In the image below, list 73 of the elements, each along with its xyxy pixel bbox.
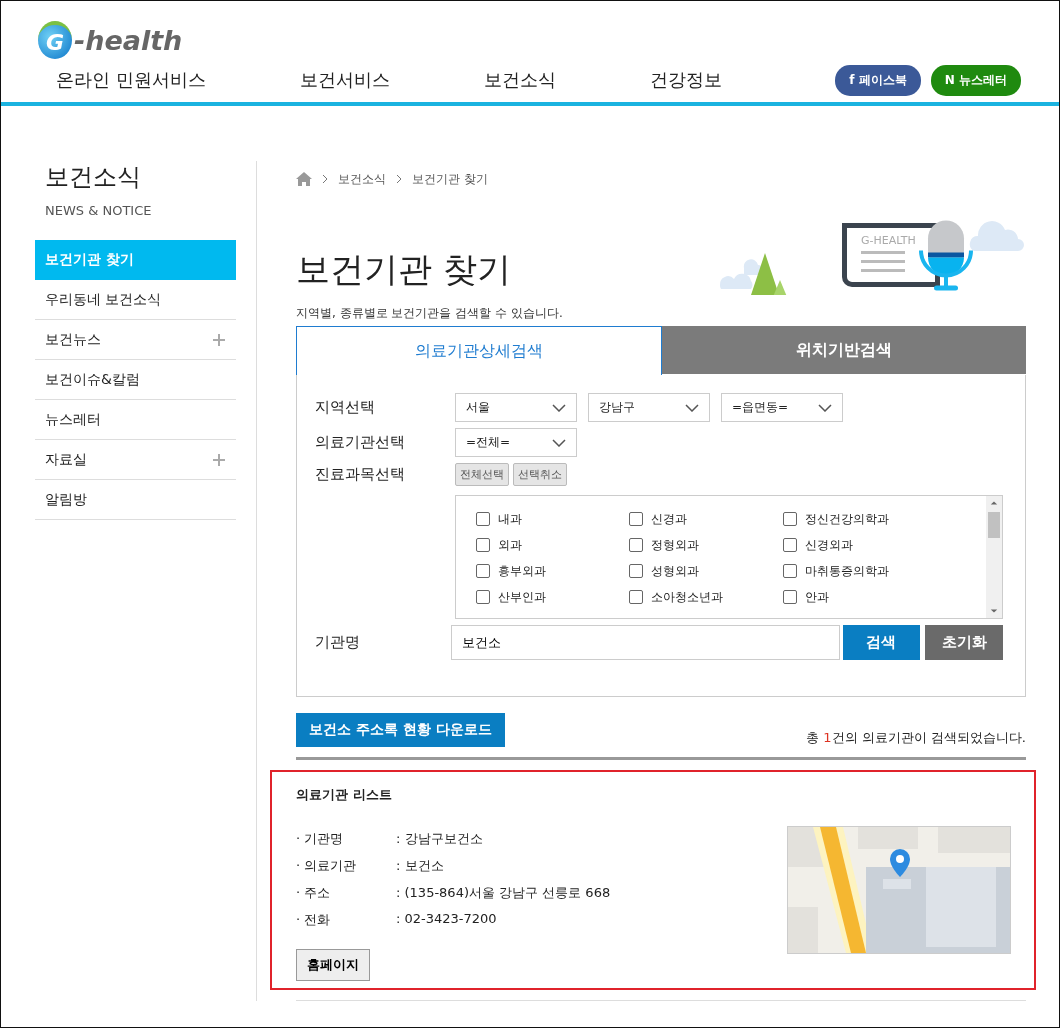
page-title: 보건기관 찾기 (296, 248, 511, 291)
select-button[interactable]: 선택취소 (513, 463, 567, 486)
select-button[interactable]: 전체선택 (455, 463, 509, 486)
search-tab[interactable]: 의료기관상세검색 (296, 326, 662, 375)
department-checkbox[interactable]: 성형외과 (629, 562, 783, 580)
department-checkbox[interactable]: 정신건강의학과 (783, 510, 986, 528)
download-button[interactable]: 보건소 주소록 현황 다운로드 (296, 713, 505, 747)
result-title: 의료기관 리스트 (296, 786, 393, 804)
plus-icon[interactable] (212, 452, 226, 467)
description-text: 지역별, 종류별로 보건기관을 검색할 수 있습니다. (296, 305, 564, 322)
newspaper-label: G-HEALTH (861, 234, 917, 247)
info-label: · 의료기관 (296, 857, 358, 875)
home-icon[interactable] (296, 172, 312, 186)
field-label: 의료기관선택 (315, 433, 406, 452)
sidebar-item[interactable]: 자료실 (35, 440, 236, 480)
department-checkbox[interactable]: 산부인과 (476, 588, 629, 606)
department-checkbox[interactable]: 외과 (476, 536, 629, 554)
info-label: · 주소 (296, 884, 332, 902)
field-label: 지역선택 (315, 398, 376, 417)
region-select[interactable]: 서울 (455, 393, 577, 422)
department-checkbox[interactable]: 정형외과 (629, 536, 783, 554)
region-select[interactable]: =읍면동= (721, 393, 843, 422)
nav-link[interactable]: 보건소식 (483, 68, 556, 92)
chevron-icon (396, 174, 402, 184)
department-checkbox[interactable]: 흉부외과 (476, 562, 629, 580)
nav-link[interactable]: 보건서비스 (299, 68, 390, 92)
department-checkbox[interactable]: 내과 (476, 510, 629, 528)
nav-link[interactable]: 온라인 민원서비스 (56, 68, 206, 92)
search-button[interactable]: 검색 (842, 625, 921, 660)
department-checkbox[interactable]: 신경외과 (783, 536, 986, 554)
chevron-icon (322, 174, 328, 184)
department-checkbox[interactable]: 마취통증의학과 (783, 562, 986, 580)
nav-link[interactable]: 건강정보 (649, 68, 722, 92)
logo-text[interactable]: -health (74, 24, 183, 56)
caret-icon (818, 403, 832, 412)
info-value: : 02-3423-7200 (396, 911, 497, 928)
department-checkbox[interactable]: 소아청소년과 (629, 588, 783, 606)
scroll-thumb[interactable] (988, 512, 1000, 538)
sidebar-item[interactable]: 우리동네 보건소식 (35, 280, 236, 320)
plus-icon[interactable] (212, 332, 226, 347)
scrollbar[interactable] (986, 496, 1002, 618)
field-label: 기관명 (315, 633, 361, 652)
scroll-down-icon[interactable] (990, 608, 998, 614)
name-field[interactable]: 보건소 (450, 625, 840, 660)
breadcrumb-link[interactable]: 보건소식 (338, 170, 386, 188)
caret-icon (685, 403, 699, 412)
reset-button[interactable]: 초기화 (925, 625, 1003, 660)
info-value: : 보건소 (396, 857, 444, 875)
social-button[interactable]: f 페이스북 (835, 64, 921, 96)
sidebar-title: 보건소식 (44, 162, 142, 193)
info-value: : (135-864)서울 강남구 선릉로 668 (396, 884, 611, 902)
scroll-up-icon[interactable] (990, 500, 998, 506)
department-checkbox[interactable]: 안과 (783, 588, 986, 606)
sidebar-item[interactable]: 뉴스레터 (35, 400, 236, 440)
info-label: · 기관명 (296, 830, 345, 848)
search-tab[interactable]: 위치기반검색 (662, 326, 1026, 374)
caret-icon (552, 403, 566, 412)
homepage-button[interactable]: 홈페이지 (296, 949, 370, 981)
caret-icon (552, 438, 566, 447)
sidebar-item[interactable]: 알림방 (35, 480, 236, 520)
sidebar-item[interactable]: 보건뉴스 (35, 320, 236, 360)
department-checkbox[interactable]: 신경과 (629, 510, 783, 528)
region-select[interactable]: 강남구 (588, 393, 710, 422)
breadcrumb-link[interactable]: 보건기관 찾기 (412, 170, 488, 188)
social-button[interactable]: N 뉴스레터 (930, 64, 1021, 96)
sidebar-item[interactable]: 보건이슈&칼럼 (35, 360, 236, 400)
field-label: 진료과목선택 (315, 465, 406, 484)
result-count: 총 1건의 의료기관이 검색되었습니다. (806, 729, 1026, 747)
info-label: · 전화 (296, 911, 332, 929)
info-value: : 강남구보건소 (396, 830, 483, 848)
type-select[interactable]: =전체= (455, 428, 577, 457)
sidebar-subtitle: NEWS & NOTICE (44, 202, 153, 218)
logo-icon: G (38, 21, 72, 59)
